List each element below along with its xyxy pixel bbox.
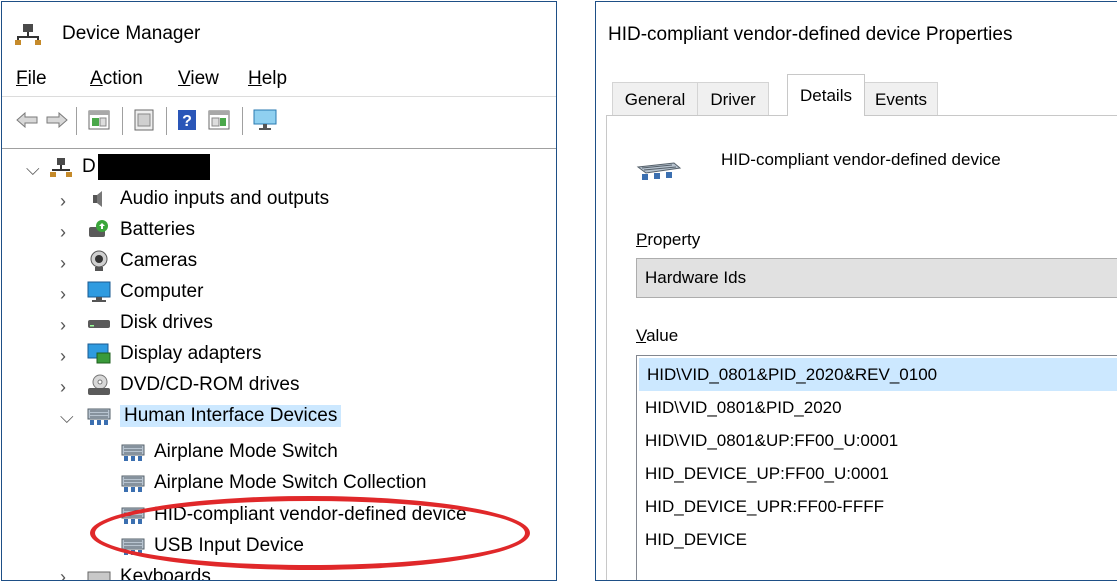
tree-item-dvd-drives[interactable]: DVD/CD-ROM drives	[86, 371, 299, 399]
value-item-selected[interactable]: HID\VID_0801&PID_2020&REV_0100	[639, 358, 1117, 391]
device-manager-icon	[15, 23, 41, 45]
chevron-right-icon[interactable]: ›	[60, 191, 66, 212]
dialog-title: HID-compliant vendor-defined device Prop…	[608, 24, 1013, 45]
tree-item-batteries[interactable]: Batteries	[86, 216, 195, 244]
redaction-bar	[97, 154, 210, 180]
tree-item-label: Batteries	[120, 219, 195, 240]
hid-device-icon	[636, 159, 682, 188]
chevron-right-icon[interactable]: ›	[60, 346, 66, 367]
tree-child-airplane-mode-switch[interactable]: Airplane Mode Switch	[120, 438, 338, 466]
menu-action[interactable]: Action	[90, 68, 143, 90]
hid-icon	[120, 471, 146, 495]
chevron-right-icon[interactable]: ›	[60, 377, 66, 398]
tree-item-label: Airplane Mode Switch	[154, 441, 338, 462]
device-name: HID-compliant vendor-defined device	[721, 150, 1001, 169]
tree-item-label: Display adapters	[120, 343, 262, 364]
menu-bar: File Action View Help	[2, 64, 556, 96]
value-item[interactable]: HID\VID_0801&UP:FF00_U:0001	[637, 424, 1117, 457]
back-arrow-icon[interactable]	[16, 107, 38, 133]
disk-drive-icon	[86, 311, 112, 335]
dvd-drive-icon	[86, 373, 112, 397]
property-dropdown[interactable]: Hardware Ids	[636, 258, 1117, 298]
title-bar: Device Manager	[2, 2, 556, 62]
chevron-right-icon[interactable]: ›	[60, 315, 66, 336]
chevron-right-icon[interactable]: ›	[60, 567, 66, 580]
tree-item-audio[interactable]: Audio inputs and outputs	[86, 185, 329, 213]
menu-help[interactable]: Help	[248, 68, 287, 90]
computer-root-icon	[48, 155, 74, 179]
camera-icon	[86, 249, 112, 273]
chevron-right-icon[interactable]: ›	[60, 222, 66, 243]
battery-icon	[86, 218, 112, 242]
menu-file[interactable]: File	[16, 68, 47, 90]
computer-icon	[86, 280, 112, 304]
tree-item-cameras[interactable]: Cameras	[86, 247, 197, 275]
tree-child-airplane-mode-switch-collection[interactable]: Airplane Mode Switch Collection	[120, 469, 426, 497]
tree-item-disk-drives[interactable]: Disk drives	[86, 309, 213, 337]
tab-bar: General Driver Details Events	[606, 72, 1117, 116]
value-item[interactable]: HID\VID_0801&PID_2020	[637, 391, 1117, 424]
value-label: Value	[636, 326, 679, 345]
tab-events[interactable]: Events	[864, 82, 938, 116]
svg-text:?: ?	[182, 113, 192, 130]
update-driver-icon[interactable]	[206, 107, 232, 133]
value-list[interactable]: HID\VID_0801&PID_2020&REV_0100 HID\VID_0…	[636, 355, 1117, 580]
tree-item-display-adapters[interactable]: Display adapters	[86, 340, 262, 368]
toolbar-separator	[76, 107, 77, 135]
window-title: Device Manager	[62, 23, 201, 44]
property-label: Property	[636, 230, 701, 249]
properties-dialog: HID-compliant vendor-defined device Prop…	[595, 1, 1117, 581]
value-item[interactable]: HID_DEVICE_UPR:FF00-FFFF	[637, 490, 1117, 523]
menu-file-rest: ile	[27, 68, 47, 89]
tree-item-label: DVD/CD-ROM drives	[120, 374, 300, 395]
hid-icon	[86, 404, 112, 428]
value-item[interactable]: HID_DEVICE	[637, 523, 1117, 556]
tab-driver[interactable]: Driver	[697, 82, 769, 116]
tree-item-computer[interactable]: Computer	[86, 278, 203, 306]
value-item[interactable]: HID_DEVICE_UP:FF00_U:0001	[637, 457, 1117, 490]
menu-help-rest: elp	[261, 68, 288, 89]
tree-item-hid[interactable]: Human Interface Devices	[86, 402, 342, 430]
toolbar-separator	[242, 107, 243, 135]
chevron-right-icon[interactable]: ›	[60, 253, 66, 274]
menu-view[interactable]: View	[178, 68, 219, 90]
tab-general[interactable]: General	[612, 82, 698, 116]
tree-item-label: Audio inputs and outputs	[120, 188, 330, 209]
hid-icon	[120, 440, 146, 464]
speaker-icon	[86, 187, 112, 211]
forward-arrow-icon[interactable]	[46, 107, 68, 133]
tree-root-label: D	[82, 156, 96, 177]
toolbar-separator	[122, 107, 123, 135]
device-manager-window: Device Manager File Action View Help ? ⌵…	[1, 1, 557, 581]
show-hidden-icon[interactable]	[130, 107, 158, 133]
keyboard-icon	[86, 565, 112, 580]
chevron-down-icon[interactable]: ⌵	[60, 407, 74, 428]
tree-item-label: Keyboards	[120, 566, 211, 581]
tree-item-label: Computer	[120, 281, 204, 302]
value-label-rest: alue	[646, 326, 679, 345]
display-adapter-icon	[86, 342, 112, 366]
menu-action-rest: ction	[102, 68, 143, 89]
tree-item-label: Disk drives	[120, 312, 213, 333]
help-icon[interactable]: ?	[176, 107, 198, 133]
toolbar-separator	[166, 107, 167, 135]
chevron-right-icon[interactable]: ›	[60, 284, 66, 305]
tree-item-label: Airplane Mode Switch Collection	[154, 472, 427, 493]
tree-item-keyboards[interactable]: Keyboards	[86, 563, 211, 581]
tab-details[interactable]: Details	[787, 74, 865, 116]
monitor-scan-icon[interactable]	[252, 107, 278, 133]
toolbar: ?	[2, 96, 556, 145]
red-highlight-ellipse	[90, 496, 530, 570]
menu-view-rest: iew	[190, 68, 219, 89]
tree-root[interactable]: D	[48, 153, 210, 181]
property-label-rest: roperty	[647, 230, 701, 249]
chevron-down-icon[interactable]: ⌵	[26, 159, 40, 180]
properties-pane-icon[interactable]	[86, 107, 112, 133]
tree-item-label: Cameras	[120, 250, 198, 271]
tree-item-label: Human Interface Devices	[120, 405, 342, 427]
